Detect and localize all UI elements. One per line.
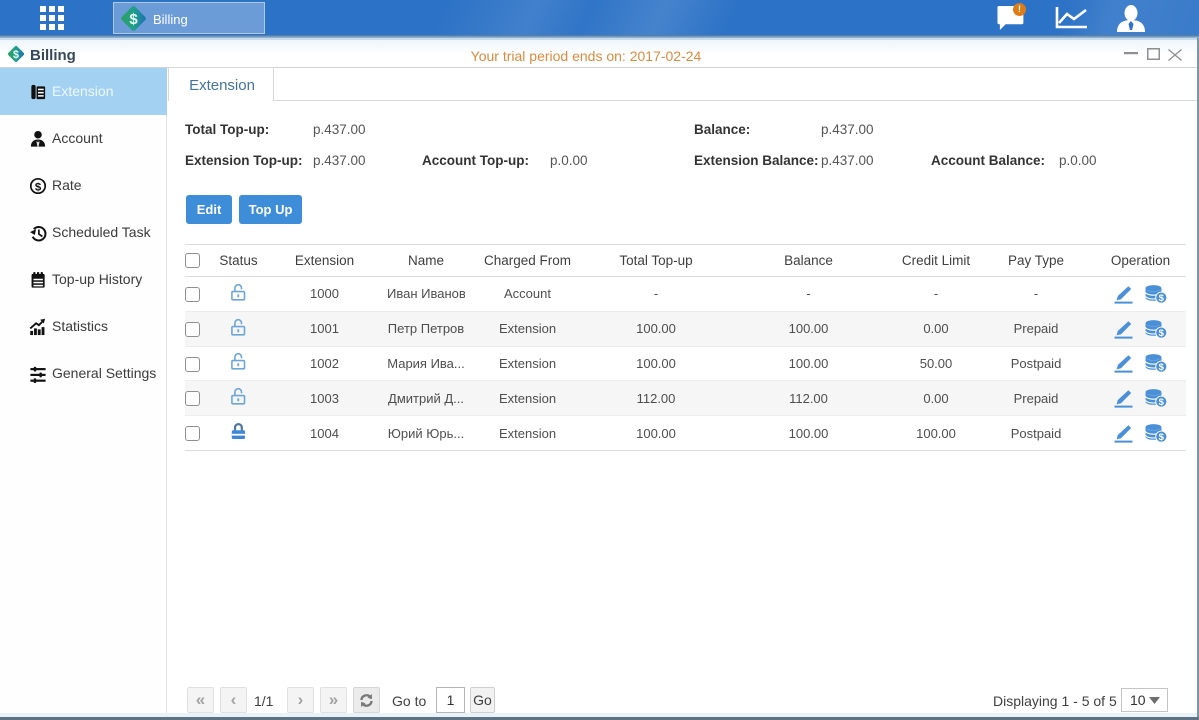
- svg-text:$: $: [1159, 293, 1165, 304]
- svg-text:$: $: [1159, 363, 1165, 374]
- svg-text:$: $: [129, 11, 138, 28]
- svg-text:$: $: [1159, 328, 1165, 339]
- svg-text:$: $: [1159, 432, 1165, 443]
- svg-text:$: $: [35, 181, 42, 193]
- svg-text:$: $: [1159, 397, 1165, 408]
